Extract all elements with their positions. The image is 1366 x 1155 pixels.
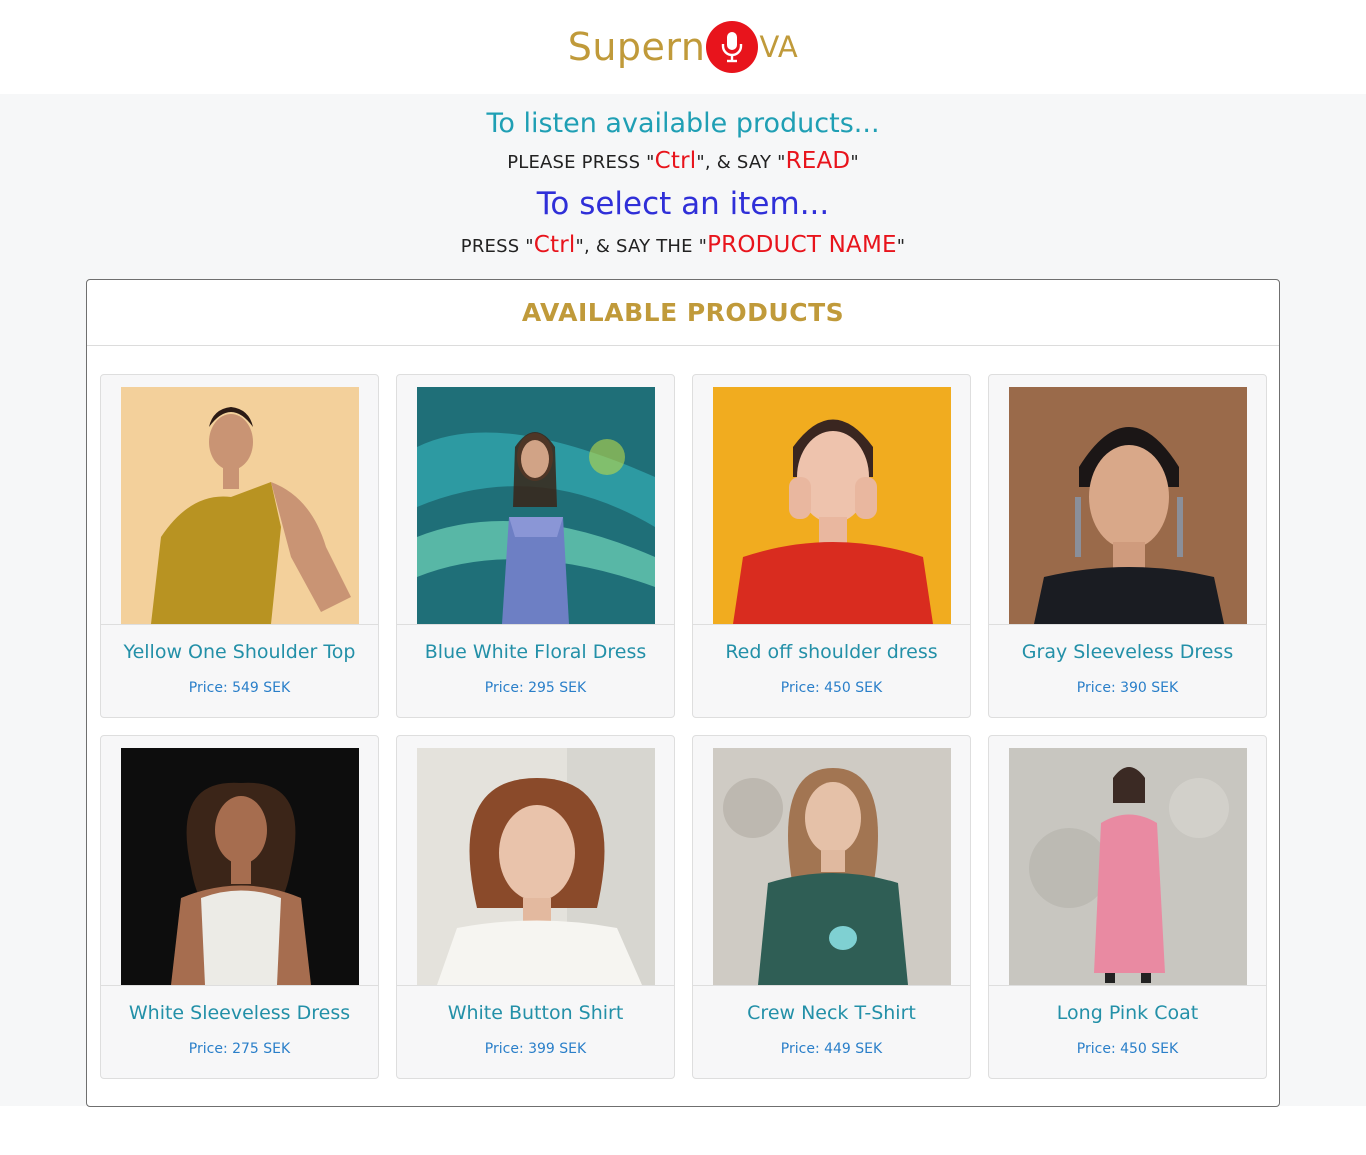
product-card[interactable]: White Sleeveless Dress Price: 275 SEK	[100, 735, 379, 1079]
ctrl-key-label: Ctrl	[654, 148, 697, 174]
product-name-command: PRODUCT NAME	[707, 232, 897, 258]
product-name[interactable]: White Button Shirt	[397, 1002, 674, 1024]
product-name[interactable]: Crew Neck T-Shirt	[693, 1002, 970, 1024]
listen-mid: ", & SAY "	[696, 152, 786, 173]
product-photo	[1009, 748, 1247, 985]
product-name[interactable]: Yellow One Shoulder Top	[101, 641, 378, 663]
listen-instruction: PLEASE PRESS "Ctrl", & SAY "READ"	[0, 144, 1366, 180]
logo-text-start: Supern	[567, 25, 706, 69]
product-card[interactable]: Red off shoulder dress Price: 450 SEK	[692, 374, 971, 718]
microphone-icon	[706, 21, 759, 73]
product-grid: Yellow One Shoulder Top Price: 549 SEK B…	[100, 374, 1267, 1079]
supernova-logo[interactable]: Supern va	[568, 21, 799, 73]
product-card[interactable]: Gray Sleeveless Dress Price: 390 SEK	[988, 374, 1267, 718]
site-header: Supern va	[0, 0, 1366, 94]
product-name[interactable]: Blue White Floral Dress	[397, 641, 674, 663]
product-card[interactable]: White Button Shirt Price: 399 SEK	[396, 735, 675, 1079]
product-photo	[713, 748, 951, 985]
product-photo	[121, 748, 359, 985]
select-mid: ", & SAY THE "	[575, 236, 708, 257]
product-price: Price: 549 SEK	[188, 680, 291, 696]
ctrl-key-label: Ctrl	[533, 232, 576, 258]
listen-quote-end: "	[850, 152, 859, 173]
product-photo	[121, 387, 359, 624]
card-divider	[989, 624, 1266, 625]
product-name[interactable]: Red off shoulder dress	[693, 641, 970, 663]
product-card[interactable]: Yellow One Shoulder Top Price: 549 SEK	[100, 374, 379, 718]
product-price: Price: 275 SEK	[188, 1041, 291, 1057]
product-photo	[417, 387, 655, 624]
card-divider	[101, 985, 378, 986]
product-price: Price: 449 SEK	[780, 1041, 883, 1057]
select-instruction: PRESS "Ctrl", & SAY THE "PRODUCT NAME"	[0, 228, 1366, 264]
products-panel-title: AVAILABLE PRODUCTS	[87, 280, 1279, 346]
voice-instructions: To listen available products... PLEASE P…	[0, 104, 1366, 264]
logo-text-end: va	[759, 30, 799, 64]
product-price: Price: 399 SEK	[484, 1041, 587, 1057]
product-price: Price: 450 SEK	[1076, 1041, 1179, 1057]
listen-heading: To listen available products...	[486, 108, 880, 139]
product-photo	[713, 387, 951, 624]
card-divider	[101, 624, 378, 625]
listen-prefix: PLEASE PRESS "	[507, 152, 655, 173]
products-panel: AVAILABLE PRODUCTS Yellow One Shoulder T…	[86, 279, 1280, 1107]
read-command: READ	[785, 148, 851, 174]
card-divider	[693, 985, 970, 986]
card-divider	[989, 985, 1266, 986]
card-divider	[397, 985, 674, 986]
product-price: Price: 295 SEK	[484, 680, 587, 696]
select-heading: To select an item...	[536, 186, 830, 222]
product-photo	[1009, 387, 1247, 624]
product-card[interactable]: Blue White Floral Dress Price: 295 SEK	[396, 374, 675, 718]
product-photo	[417, 748, 655, 985]
select-prefix: PRESS "	[460, 236, 534, 257]
card-divider	[397, 624, 674, 625]
product-price: Price: 450 SEK	[780, 680, 883, 696]
product-price: Price: 390 SEK	[1076, 680, 1179, 696]
product-card[interactable]: Long Pink Coat Price: 450 SEK	[988, 735, 1267, 1079]
product-name[interactable]: Gray Sleeveless Dress	[989, 641, 1266, 663]
product-card[interactable]: Crew Neck T-Shirt Price: 449 SEK	[692, 735, 971, 1079]
product-name[interactable]: White Sleeveless Dress	[101, 1002, 378, 1024]
card-divider	[693, 624, 970, 625]
select-quote-end: "	[896, 236, 906, 257]
product-name[interactable]: Long Pink Coat	[989, 1002, 1266, 1024]
